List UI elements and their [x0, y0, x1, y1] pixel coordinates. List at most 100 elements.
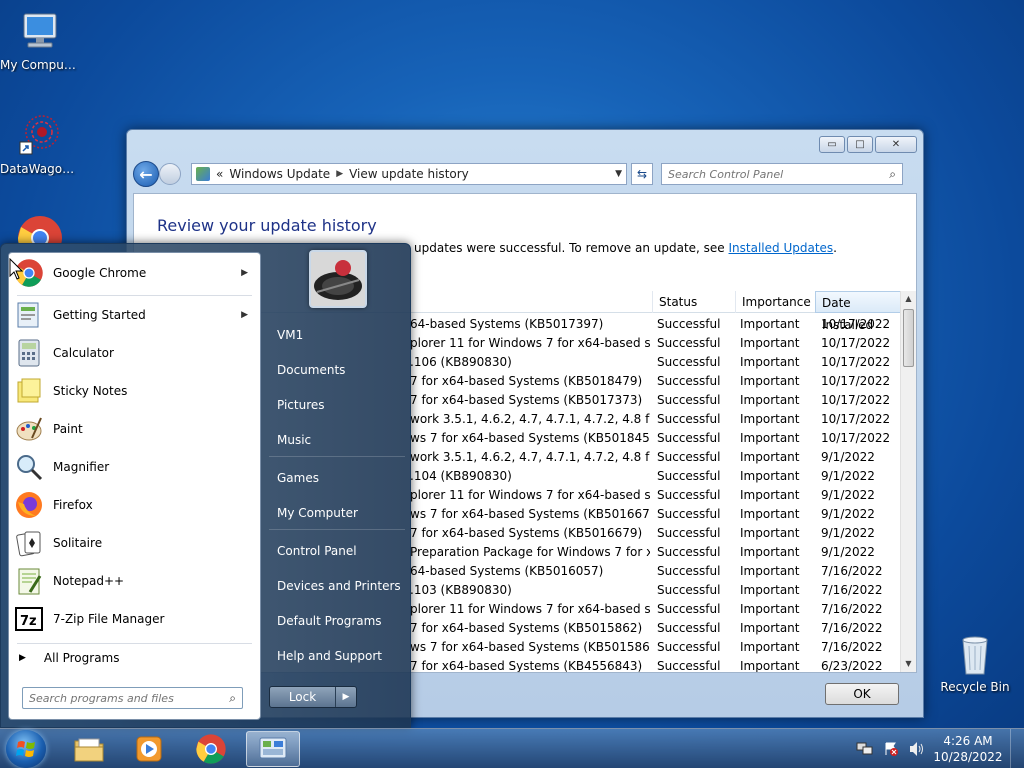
start-place-default-programs[interactable]: Default Programs [267, 606, 407, 636]
close-button[interactable]: ✕ [875, 136, 917, 153]
status-cell: Successful [657, 564, 721, 578]
submenu-arrow-icon[interactable]: ▶ [241, 310, 248, 320]
breadcrumb-view-update-history[interactable]: View update history [349, 167, 469, 181]
column-status[interactable]: Status [652, 291, 735, 313]
status-cell: Successful [657, 412, 721, 426]
shutdown-options-arrow-icon[interactable]: ▶ [336, 687, 356, 707]
taskbar-explorer[interactable] [62, 731, 116, 767]
show-desktop-button[interactable] [1010, 729, 1024, 768]
program-item-magnifier[interactable]: Magnifier [13, 449, 256, 485]
user-avatar[interactable] [309, 250, 367, 308]
desktop-icon-datawagon[interactable]: DataWagon... [0, 112, 80, 176]
program-label: Firefox [53, 498, 93, 512]
paint-icon [13, 413, 45, 445]
start-place-devices-and-printers[interactable]: Devices and Printers [267, 571, 407, 601]
search-icon[interactable]: ⌕ [889, 167, 896, 182]
description-end: . [833, 241, 837, 255]
search-icon[interactable]: ⌕ [229, 691, 236, 706]
breadcrumb-overflow[interactable]: « [216, 167, 223, 181]
importance-cell: Important [740, 526, 800, 540]
volume-icon[interactable] [907, 739, 927, 759]
refresh-button[interactable]: ⇆ [631, 163, 653, 185]
ok-button[interactable]: OK [825, 683, 899, 705]
start-place-games[interactable]: Games [267, 463, 407, 493]
start-place-music[interactable]: Music [267, 425, 407, 455]
start-button[interactable] [6, 730, 46, 768]
start-menu-programs-pane: Google Chrome ▶ Getting Started ▶ Calculator… [8, 252, 261, 720]
start-place-help-and-support[interactable]: Help and Support [267, 641, 407, 671]
start-place-vm1[interactable]: VM1 [267, 320, 407, 350]
minimize-button[interactable]: ▭ [819, 136, 845, 153]
taskbar-chrome[interactable] [184, 731, 238, 767]
start-search-box[interactable]: ⌕ [22, 687, 243, 709]
program-item-notepadpp[interactable]: Notepad++ [13, 563, 256, 599]
desktop-icon-my-computer[interactable]: My Computer [0, 8, 80, 72]
update-name-cell: ws 7 for x64-based Systems (KB5016676) [410, 507, 650, 521]
desktop-icon-recycle-bin[interactable]: Recycle Bin [935, 630, 1015, 694]
program-label: Notepad++ [53, 574, 125, 588]
importance-cell: Important [740, 336, 800, 350]
search-input[interactable] [668, 167, 890, 181]
all-programs-button[interactable]: ▶ All Programs [19, 651, 120, 665]
importance-cell: Important [740, 469, 800, 483]
scroll-thumb[interactable] [903, 309, 914, 367]
start-place-pictures[interactable]: Pictures [267, 390, 407, 420]
close-icon: ✕ [891, 139, 901, 150]
status-cell: Successful [657, 317, 721, 331]
importance-cell: Important [740, 450, 800, 464]
lock-label[interactable]: Lock [270, 687, 336, 707]
status-cell: Successful [657, 355, 721, 369]
page-description: updates were successful. To remove an up… [414, 241, 837, 255]
status-cell: Successful [657, 659, 721, 672]
breadcrumb-arrow-icon[interactable]: ▶ [336, 169, 343, 179]
scroll-up-icon[interactable]: ▲ [901, 291, 916, 307]
action-center-icon[interactable] [881, 739, 901, 759]
column-importance[interactable]: Importance [735, 291, 815, 313]
desktop-chrome-icon[interactable] [16, 214, 64, 244]
back-button[interactable]: ← [133, 161, 159, 187]
taskbar-media-player[interactable] [122, 731, 176, 767]
submenu-arrow-icon[interactable]: ▶ [241, 268, 248, 278]
importance-cell: Important [740, 507, 800, 521]
date-cell: 9/1/2022 [821, 507, 875, 521]
maximize-button[interactable]: □ [847, 136, 873, 153]
scroll-down-icon[interactable]: ▼ [901, 656, 916, 672]
forward-button[interactable] [159, 163, 181, 185]
windows-logo-icon [16, 741, 35, 757]
update-name-cell: .103 (KB890830) [410, 583, 512, 597]
address-dropdown-icon[interactable]: ▼ [615, 169, 622, 179]
date-cell: 9/1/2022 [821, 526, 875, 540]
program-item-firefox[interactable]: Firefox [13, 487, 256, 523]
program-item-solitaire[interactable]: Solitaire [13, 525, 256, 561]
notepadpp-icon [13, 565, 45, 597]
importance-cell: Important [740, 659, 800, 672]
start-place-documents[interactable]: Documents [267, 355, 407, 385]
update-name-cell: .106 (KB890830) [410, 355, 512, 369]
update-name-cell: 7 for x64-based Systems (KB5018479) [410, 374, 643, 388]
vertical-scrollbar[interactable]: ▲ ▼ [900, 291, 916, 672]
program-item-getting-started[interactable]: Getting Started ▶ [13, 297, 256, 333]
network-icon[interactable] [855, 739, 875, 759]
program-item-calculator[interactable]: Calculator [13, 335, 256, 371]
status-cell: Successful [657, 374, 721, 388]
program-label: 7-Zip File Manager [53, 612, 165, 626]
clock-time: 4:26 AM [943, 734, 993, 748]
search-control-panel[interactable]: ⌕ [661, 163, 903, 185]
taskbar-control-panel[interactable] [246, 731, 300, 767]
start-place-my-computer[interactable]: My Computer [267, 498, 407, 528]
program-item-7zip[interactable]: 7z 7-Zip File Manager [13, 601, 256, 637]
program-item-chrome[interactable]: Google Chrome ▶ [13, 255, 256, 291]
7zip-icon: 7z [13, 603, 45, 635]
program-item-sticky-notes[interactable]: Sticky Notes [13, 373, 256, 409]
lock-button[interactable]: Lock ▶ [269, 686, 357, 708]
clock[interactable]: 4:26 AM 10/28/2022 [930, 733, 1006, 765]
start-menu-places-pane: VM1 Documents Pictures Music Games My Compute… [263, 244, 411, 728]
program-item-paint[interactable]: Paint [13, 411, 256, 447]
installed-updates-link[interactable]: Installed Updates [729, 241, 834, 255]
start-place-control-panel[interactable]: Control Panel [267, 536, 407, 566]
page-title: Review your update history [157, 216, 377, 235]
column-date-installed[interactable]: Date Installed [815, 291, 901, 332]
address-bar[interactable]: « Windows Update ▶ View update history ▼ [191, 163, 627, 185]
breadcrumb-windows-update[interactable]: Windows Update [229, 167, 330, 181]
start-search-input[interactable] [29, 691, 230, 705]
